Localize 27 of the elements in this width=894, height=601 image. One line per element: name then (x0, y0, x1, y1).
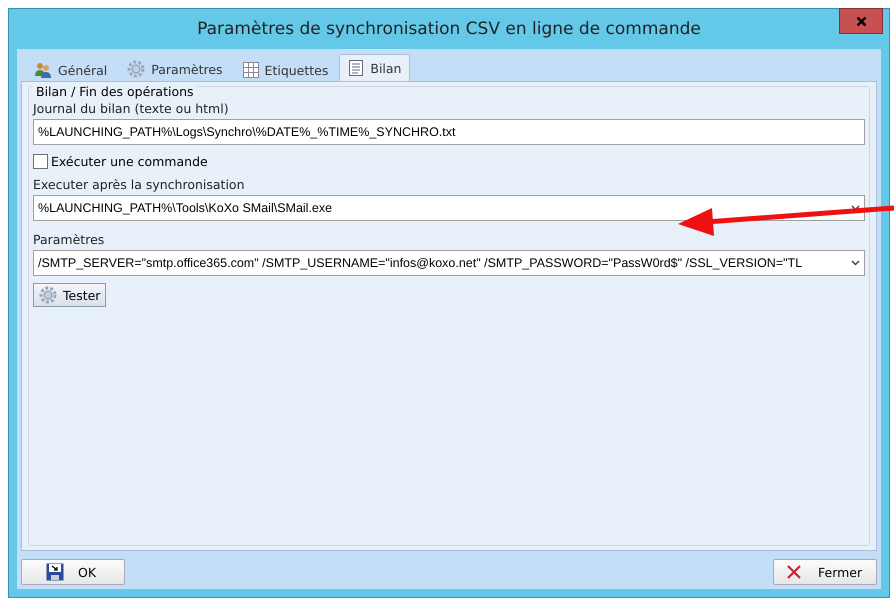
close-icon (856, 16, 866, 26)
close-button[interactable]: Fermer (773, 559, 877, 585)
chevron-down-icon (851, 260, 860, 266)
chevron-down-icon (851, 205, 860, 211)
tab[interactable]: Paramètres (118, 56, 232, 81)
document-icon (348, 60, 364, 76)
field-label: Journal du bilan (texte ou html) (33, 101, 230, 116)
ok-button[interactable]: OK (21, 559, 125, 585)
grid-icon (242, 62, 259, 78)
users-icon (34, 62, 52, 78)
cross-icon (786, 564, 802, 580)
tab[interactable]: Bilan (339, 54, 410, 81)
tab[interactable]: Général (25, 58, 116, 81)
window-title: Paramètres de synchronisation CSV en ligne de commande (196, 19, 702, 39)
combo-box[interactable]: %LAUNCHING_PATH%\Tools\KoXo SMail\SMail.exe (33, 195, 865, 221)
checkbox[interactable] (33, 154, 48, 169)
field-label: Executer après la synchronisation (33, 177, 246, 192)
close-button[interactable] (839, 8, 883, 34)
field-label: Paramètres (33, 232, 106, 247)
checkbox-label: Exécuter une commande (51, 154, 208, 169)
input-field[interactable]: %LAUNCHING_PATH%\Logs\Synchro\%DATE%_%TIME%_SYNCHRO.txt (33, 119, 865, 145)
gear-icon (39, 286, 57, 304)
tab[interactable]: Etiquettes (234, 58, 338, 81)
gear-icon (127, 60, 146, 78)
group-title: Bilan / Fin des opérations (33, 84, 197, 99)
test-button[interactable]: Tester (33, 283, 106, 307)
combo-box[interactable]: /SMTP_SERVER="smtp.office365.com" /SMTP_USERNAME="infos@koxo.net" /SMTP_PASSWORD="PassW0rd$" /SSL_VERSION="TL (33, 250, 865, 276)
